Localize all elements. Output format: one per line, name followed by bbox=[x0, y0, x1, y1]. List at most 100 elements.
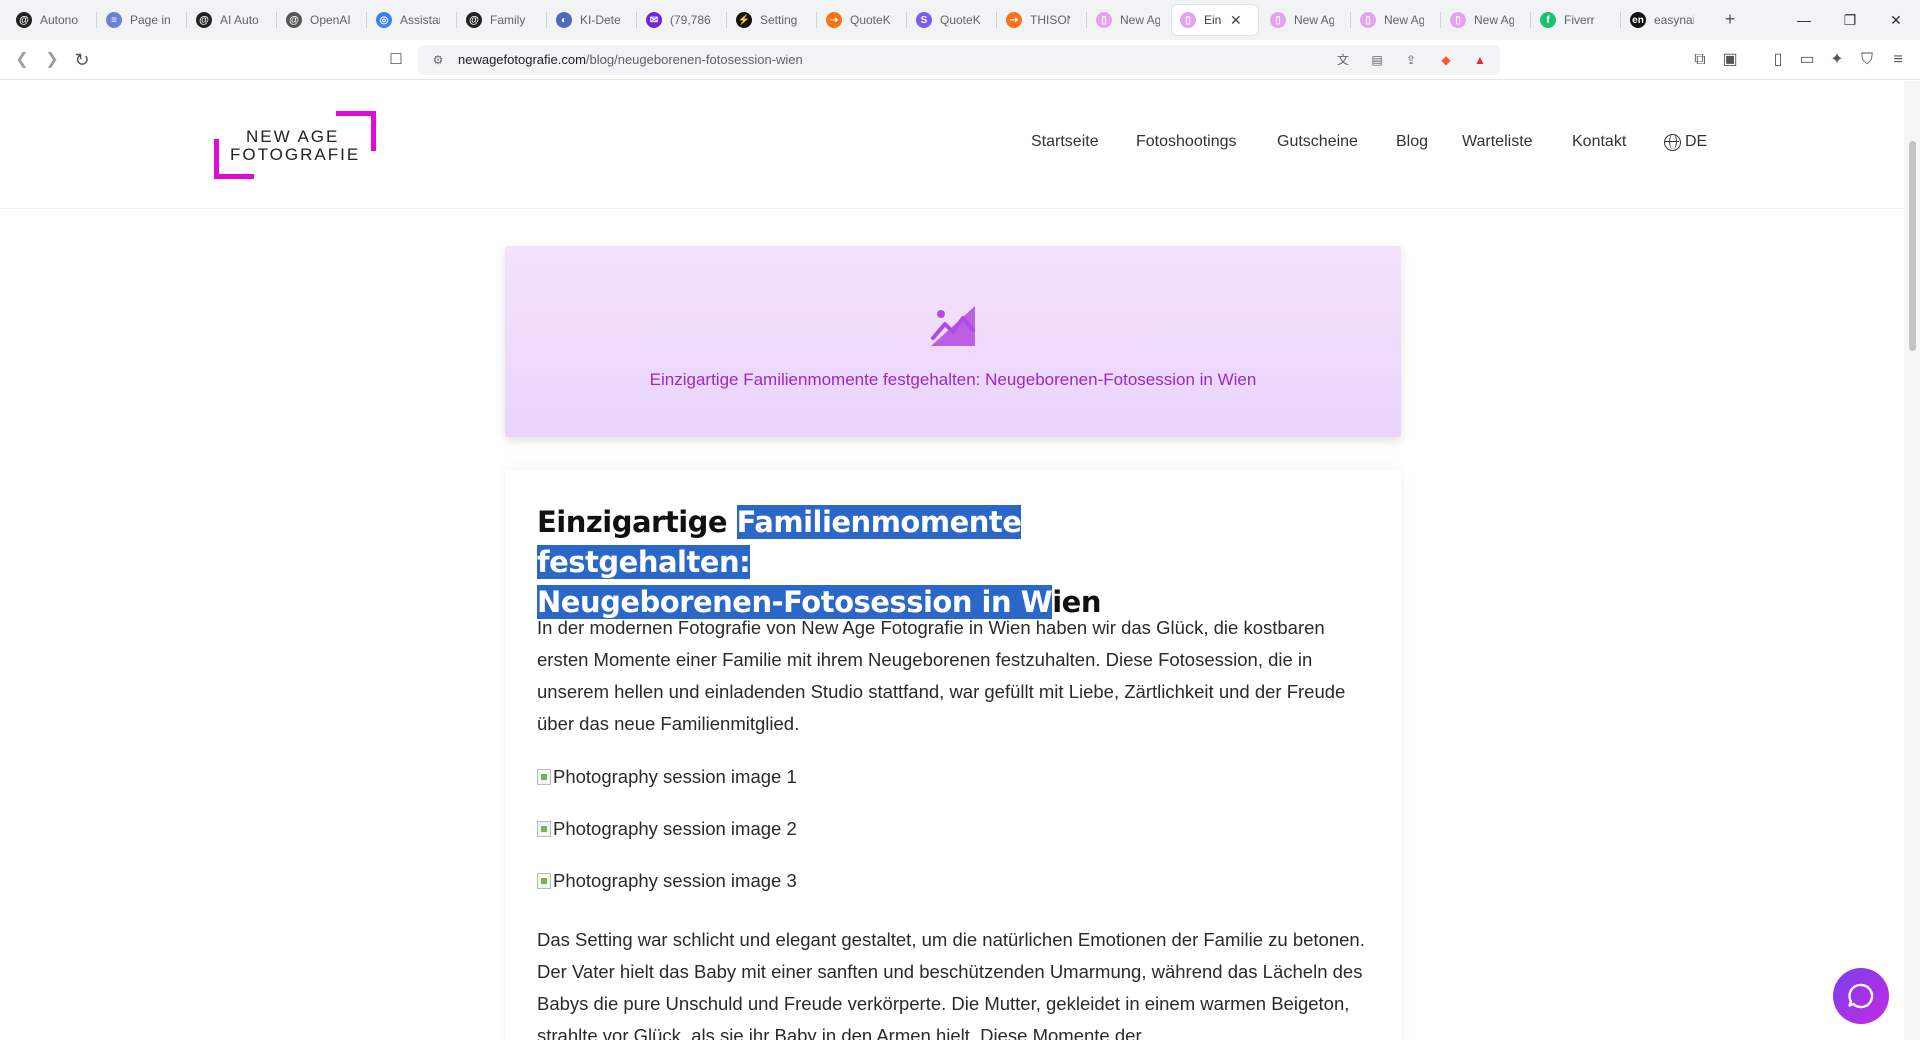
nav-item-gutscheine[interactable]: Gutscheine bbox=[1277, 133, 1358, 151]
image-placeholder-icon bbox=[931, 306, 975, 346]
tab-label: Ein bbox=[1204, 13, 1222, 27]
tab-separator bbox=[726, 12, 727, 28]
sidebar-icon[interactable]: ▯ bbox=[1766, 48, 1790, 72]
reader-mode-icon[interactable]: ▤ bbox=[1369, 52, 1385, 68]
tab-favicon-icon: ⇢ bbox=[826, 12, 842, 28]
tab-separator bbox=[1530, 12, 1531, 28]
menu-icon[interactable]: ≡ bbox=[1886, 48, 1910, 72]
tab-separator bbox=[816, 12, 817, 28]
broken-image-icon bbox=[537, 873, 551, 889]
article-paragraph-1: In der modernen Fotografie von New Age F… bbox=[537, 617, 1346, 734]
leo-ai-icon[interactable]: ✦ bbox=[1825, 48, 1849, 72]
logo-text-line1: NEW AGE bbox=[246, 127, 340, 146]
tab-close-icon[interactable]: ✕ bbox=[1230, 12, 1242, 29]
browser-tab[interactable]: ▯ New Ag bbox=[1088, 5, 1172, 35]
bookmark-icon[interactable]: ☐ bbox=[384, 48, 408, 72]
tab-label: Autono bbox=[40, 13, 79, 27]
translate-icon[interactable]: 文 bbox=[1335, 52, 1351, 68]
tab-separator bbox=[1350, 12, 1351, 28]
tab-separator bbox=[1086, 12, 1087, 28]
browser-tab[interactable]: ✉ (79,786 bbox=[638, 5, 722, 35]
tab-favicon-icon: S bbox=[916, 12, 932, 28]
nav-item-warteliste[interactable]: Warteliste bbox=[1462, 133, 1533, 151]
browser-tab[interactable]: @ Family bbox=[458, 5, 542, 35]
browser-tab[interactable]: f Fiverr bbox=[1532, 5, 1616, 35]
brave-shields-icon[interactable]: ◆ bbox=[1438, 52, 1454, 68]
browser-tab[interactable]: ◐ KI-Dete bbox=[548, 5, 632, 35]
browser-tab[interactable]: @ Autono bbox=[8, 5, 92, 35]
nav-item-kontakt[interactable]: Kontakt bbox=[1572, 133, 1626, 151]
browser-tab-bar: @ Autono ≡ Page in @ AI Auto @ OpenAI ◎ Assistan @… bbox=[0, 0, 1920, 40]
article-title: Einzigartige Familienmomente festgehalte… bbox=[537, 502, 1237, 622]
url-domain: newagefotografie.com bbox=[458, 52, 586, 67]
tab-separator bbox=[996, 12, 997, 28]
new-tab-button[interactable]: + bbox=[1718, 8, 1742, 32]
tab-label: Assistan bbox=[400, 13, 440, 27]
article-card: Einzigartige Familienmomente festgehalte… bbox=[505, 470, 1401, 1040]
back-icon[interactable]: ❮ bbox=[10, 48, 34, 72]
browser-tab[interactable]: S QuoteK bbox=[908, 5, 992, 35]
url-bar[interactable]: ⚙ newagefotografie.com/blog/neugeborenen… bbox=[418, 45, 1500, 75]
tab-label: QuoteK bbox=[940, 13, 980, 27]
tab-label: (79,786 bbox=[670, 13, 710, 27]
nav-item-fotoshootings[interactable]: Fotoshootings bbox=[1136, 133, 1237, 151]
tab-favicon-icon: ▯ bbox=[1180, 12, 1196, 28]
browser-tab[interactable]: ≡ Page in bbox=[98, 5, 182, 35]
broken-image-1: Photography session image 1 bbox=[537, 766, 797, 788]
tab-label: Page in bbox=[130, 13, 170, 27]
tab-label: Family bbox=[490, 13, 526, 27]
browser-tab[interactable]: ⇢ QuoteK bbox=[818, 5, 902, 35]
tab-favicon-icon: ▯ bbox=[1360, 12, 1376, 28]
chat-bubble-icon bbox=[1848, 983, 1874, 1009]
tab-favicon-icon: ▯ bbox=[1096, 12, 1112, 28]
tab-separator bbox=[186, 12, 187, 28]
tab-separator bbox=[456, 12, 457, 28]
language-switcher[interactable]: DE bbox=[1664, 133, 1707, 151]
tab-label: Setting bbox=[760, 13, 798, 27]
chat-button[interactable] bbox=[1833, 968, 1889, 1024]
logo-text-line2: FOTOGRAFIE bbox=[230, 145, 361, 164]
url-text[interactable]: newagefotografie.com/blog/neugeborenen-f… bbox=[458, 52, 803, 67]
nav-item-startseite[interactable]: Startseite bbox=[1031, 133, 1099, 151]
nav-item-blog[interactable]: Blog bbox=[1396, 133, 1428, 151]
tab-label: Fiverr bbox=[1564, 13, 1595, 27]
tab-favicon-icon: @ bbox=[466, 12, 482, 28]
globe-icon bbox=[1664, 133, 1681, 151]
browser-tab[interactable]: ▯ Ein ✕ bbox=[1172, 5, 1258, 35]
hero-caption: Einzigartige Familienmomente festgehalte… bbox=[649, 370, 1257, 389]
browser-tab[interactable]: en easynai bbox=[1622, 5, 1706, 35]
tab-favicon-icon: @ bbox=[286, 12, 302, 28]
tab-separator bbox=[1440, 12, 1441, 28]
tab-separator bbox=[366, 12, 367, 28]
browser-tab[interactable]: ▯ New Ag bbox=[1352, 5, 1436, 35]
browser-tab[interactable]: @ OpenAI bbox=[278, 5, 362, 35]
vpn-icon[interactable]: ⛉ bbox=[1855, 48, 1879, 72]
rewards-icon[interactable]: ▲ bbox=[1472, 52, 1488, 68]
browser-tab[interactable]: ▯ New Ag bbox=[1442, 5, 1526, 35]
browser-tab[interactable]: ◎ Assistan bbox=[368, 5, 452, 35]
tab-favicon-icon: ⚡ bbox=[736, 12, 752, 28]
downloads-icon[interactable]: ▣ bbox=[1718, 48, 1742, 72]
tab-label: QuoteK bbox=[850, 13, 890, 27]
browser-tab[interactable]: @ AI Auto bbox=[188, 5, 272, 35]
forward-icon[interactable]: ❯ bbox=[40, 48, 64, 72]
wallet-icon[interactable]: ▭ bbox=[1795, 48, 1819, 72]
site-header: NEW AGE FOTOGRAFIE Startseite Fotoshooti… bbox=[0, 81, 1904, 209]
scrollbar-thumb[interactable] bbox=[1909, 141, 1916, 351]
browser-tab[interactable]: ▯ New Ag bbox=[1262, 5, 1346, 35]
browser-tab[interactable]: ⇢ THISON bbox=[998, 5, 1082, 35]
tab-label: New Ag bbox=[1384, 13, 1424, 27]
page-scrollbar[interactable] bbox=[1904, 81, 1920, 1040]
close-window-button[interactable]: ✕ bbox=[1868, 0, 1920, 40]
tab-separator bbox=[276, 12, 277, 28]
broken-image-2: Photography session image 2 bbox=[537, 818, 797, 840]
extensions-icon[interactable]: ⧉ bbox=[1688, 48, 1712, 72]
tab-favicon-icon: ◐ bbox=[556, 12, 572, 28]
site-logo[interactable]: NEW AGE FOTOGRAFIE bbox=[214, 111, 376, 181]
article-paragraph-2: Das Setting war schlicht und elegant ges… bbox=[537, 929, 1365, 1040]
site-info-icon[interactable]: ⚙ bbox=[430, 52, 446, 68]
tab-label: New Ag bbox=[1294, 13, 1334, 27]
reload-icon[interactable]: ↻ bbox=[70, 48, 94, 72]
share-icon[interactable]: ⇪ bbox=[1403, 52, 1419, 68]
browser-tab[interactable]: ⚡ Setting bbox=[728, 5, 812, 35]
